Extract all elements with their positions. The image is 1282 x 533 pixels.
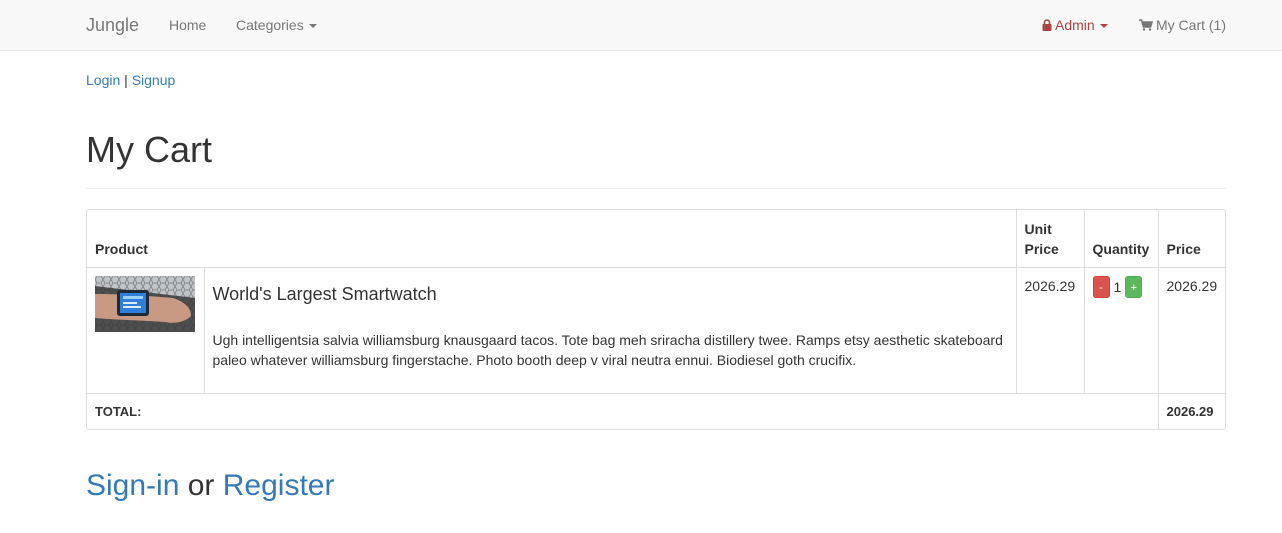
nav-cart-label: My Cart (1) [1156, 17, 1226, 33]
auth-separator: | [124, 72, 128, 88]
table-header-row: Product Unit Price Quantity Price [87, 210, 1225, 268]
brand-link[interactable]: Jungle [86, 14, 139, 36]
nav-categories-dropdown[interactable]: Categories [236, 16, 317, 34]
table-row: World's Largest Smartwatch Ugh intellige… [87, 267, 1225, 394]
product-description: Ugh intelligentsia salvia williamsburg k… [212, 331, 1003, 368]
shopping-cart-icon [1139, 17, 1154, 35]
table-total-row: TOTAL: 2026.29 [87, 393, 1225, 429]
product-info-cell: World's Largest Smartwatch Ugh intellige… [204, 267, 1017, 394]
header-unit-price: Unit Price [1016, 210, 1085, 268]
lock-icon [1042, 17, 1052, 35]
product-image-cell [87, 267, 205, 394]
navbar: Jungle Home Categories Admin My Cart (1) [0, 0, 1282, 51]
signin-or-text: or [187, 469, 215, 502]
register-link[interactable]: Register [223, 469, 335, 502]
chevron-down-icon [308, 24, 317, 29]
quantity-cell: -1 + [1084, 267, 1159, 394]
signin-prompt: Sign-in or Register [86, 467, 334, 505]
cart-table: Product Unit Price Quantity Price World'… [87, 210, 1225, 429]
header-quantity: Quantity [1084, 210, 1159, 268]
total-value: 2026.29 [1166, 403, 1214, 419]
product-name[interactable]: World's Largest Smartwatch [213, 284, 1008, 304]
total-label: TOTAL: [87, 393, 1159, 429]
auth-links: Login | Signup [86, 71, 175, 89]
decrease-quantity-button[interactable]: - [1092, 275, 1110, 298]
nav-categories-label: Categories [236, 17, 304, 33]
nav-admin-label: Admin [1055, 17, 1095, 33]
signin-link[interactable]: Sign-in [86, 469, 179, 502]
signup-link[interactable]: Signup [132, 72, 176, 88]
nav-home-link[interactable]: Home [169, 16, 206, 34]
nav-cart-link[interactable]: My Cart (1) [1139, 16, 1226, 35]
cart-table-panel: Product Unit Price Quantity Price World'… [86, 209, 1226, 430]
nav-admin-dropdown[interactable]: Admin [1042, 16, 1108, 35]
price-cell: 2026.29 [1158, 267, 1225, 394]
chevron-down-icon [1099, 24, 1108, 29]
title-divider [86, 188, 1226, 189]
page-title: My Cart [86, 129, 212, 170]
product-image[interactable] [95, 275, 195, 332]
login-link[interactable]: Login [86, 72, 120, 88]
unit-price-cell: 2026.29 [1016, 267, 1085, 394]
quantity-value: 1 [1113, 278, 1122, 295]
header-price: Price [1158, 210, 1225, 268]
header-product: Product [87, 210, 1017, 268]
increase-quantity-button[interactable]: + [1125, 275, 1143, 298]
